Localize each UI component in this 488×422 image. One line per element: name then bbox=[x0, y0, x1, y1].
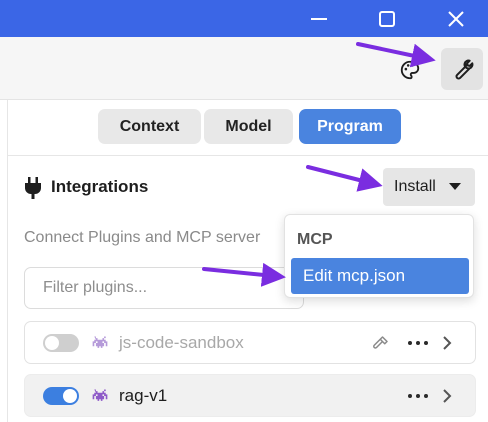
tab-context[interactable]: Context bbox=[98, 109, 201, 144]
plugin-row[interactable]: js-code-sandbox bbox=[24, 321, 476, 364]
close-icon bbox=[448, 10, 464, 27]
plugin-row[interactable]: rag-v1 bbox=[24, 374, 476, 417]
menu-item-edit-mcp-json[interactable]: Edit mcp.json bbox=[291, 258, 469, 294]
install-dropdown-button[interactable]: Install bbox=[383, 168, 475, 206]
minimize-button[interactable] bbox=[297, 0, 341, 37]
window-titlebar bbox=[0, 0, 488, 37]
panel-tabs: Context Model Program bbox=[8, 100, 488, 156]
maximize-icon bbox=[379, 10, 395, 27]
filter-plugins-input[interactable]: Filter plugins... bbox=[24, 267, 304, 309]
plugin-name: rag-v1 bbox=[119, 386, 168, 405]
developer-settings-button[interactable] bbox=[441, 48, 483, 90]
caret-down-icon bbox=[449, 183, 461, 190]
menu-section-header: MCP bbox=[297, 231, 333, 248]
tab-program[interactable]: Program bbox=[299, 109, 401, 144]
install-dropdown-menu: MCP Edit mcp.json bbox=[284, 214, 474, 298]
maximize-button[interactable] bbox=[365, 0, 409, 37]
more-options-icon[interactable] bbox=[408, 388, 428, 404]
integrations-header: Integrations Install bbox=[8, 157, 488, 219]
filter-placeholder: Filter plugins... bbox=[43, 279, 148, 296]
hammer-icon[interactable] bbox=[372, 334, 390, 352]
plugin-toggle[interactable] bbox=[43, 387, 79, 405]
top-toolbar bbox=[0, 37, 488, 100]
close-button[interactable] bbox=[434, 0, 478, 37]
space-invader-icon bbox=[92, 336, 108, 348]
more-options-icon[interactable] bbox=[408, 335, 428, 351]
install-label: Install bbox=[394, 178, 436, 195]
plugin-toggle[interactable] bbox=[43, 334, 79, 352]
chevron-right-icon[interactable] bbox=[441, 335, 453, 351]
theme-button[interactable] bbox=[395, 55, 425, 85]
integrations-title: Integrations bbox=[51, 177, 149, 196]
space-invader-icon bbox=[92, 389, 108, 401]
plugin-name: js-code-sandbox bbox=[119, 333, 244, 352]
plug-icon bbox=[25, 177, 41, 199]
minimize-icon bbox=[311, 17, 327, 20]
palette-icon bbox=[400, 60, 420, 80]
chevron-right-icon[interactable] bbox=[441, 388, 453, 404]
wrench-icon bbox=[455, 59, 474, 80]
tab-model[interactable]: Model bbox=[204, 109, 293, 144]
integrations-description: Connect Plugins and MCP server bbox=[24, 229, 261, 246]
